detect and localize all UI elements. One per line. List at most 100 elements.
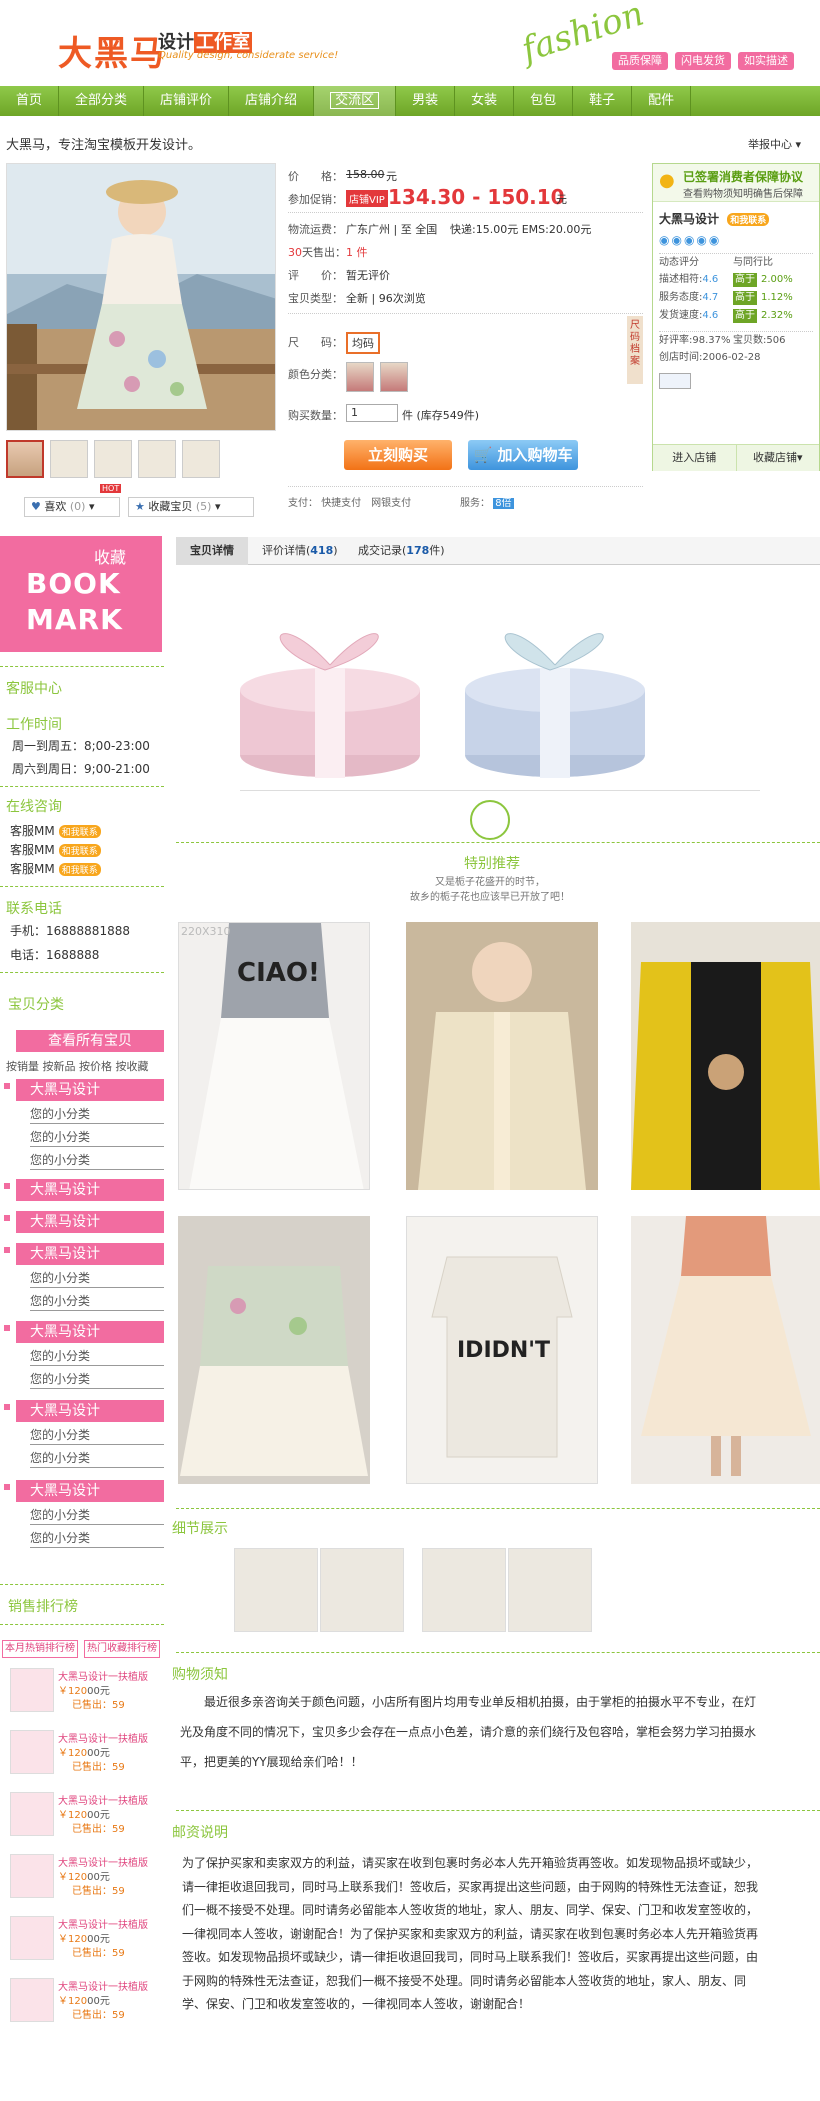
product-card[interactable]: IDIDN'T xyxy=(406,1216,598,1484)
category-main[interactable]: 大黑马设计 xyxy=(16,1480,164,1502)
detail-image[interactable] xyxy=(234,1548,318,1632)
product-card[interactable]: CIAO! 220X310 xyxy=(178,922,370,1190)
hours-weekend: 周六到周日：9;00-21:00 xyxy=(12,762,150,776)
size-chart-tab[interactable]: 尺码档案 xyxy=(627,316,643,384)
original-price: 158.00 xyxy=(346,168,385,181)
rank-item-image[interactable] xyxy=(10,1792,54,1836)
divider xyxy=(288,212,643,213)
nav-home[interactable]: 首页 xyxy=(0,86,60,116)
thumbnail[interactable] xyxy=(182,440,220,478)
rank-item-image[interactable] xyxy=(10,1668,54,1712)
category-main[interactable]: 大黑马设计 xyxy=(16,1321,164,1343)
nav-accessories[interactable]: 配件 xyxy=(632,86,692,116)
buy-now-button[interactable]: 立刻购买 xyxy=(344,440,452,470)
shop-name[interactable]: 大黑马设计 和我联系 xyxy=(659,210,813,227)
category-sub[interactable]: 您的小分类 xyxy=(30,1127,164,1147)
rank-item-image[interactable] xyxy=(10,1978,54,2022)
category-main[interactable]: 大黑马设计 xyxy=(16,1079,164,1101)
category-main[interactable]: 大黑马设计 xyxy=(16,1400,164,1422)
favorite-shop-button[interactable]: 收藏店铺▾ xyxy=(735,445,820,471)
agent-row[interactable]: 客服MM 和我联系 xyxy=(10,822,101,839)
quantity-input[interactable]: 1 xyxy=(346,404,398,422)
enter-shop-button[interactable]: 进入店铺 xyxy=(653,445,736,471)
product-photo xyxy=(406,922,598,1190)
sort-links[interactable]: 按销量 按新品 按价格 按收藏 xyxy=(6,1058,149,1074)
nav-men[interactable]: 男装 xyxy=(396,86,456,116)
quantity-label: 购买数量： xyxy=(288,409,343,422)
rank-item-image[interactable] xyxy=(10,1916,54,1960)
product-main-image[interactable] xyxy=(6,163,276,431)
thumbnail[interactable] xyxy=(50,440,88,478)
detail-image[interactable] xyxy=(508,1548,592,1632)
product-card[interactable] xyxy=(631,1216,820,1484)
size-option[interactable]: 均码 xyxy=(346,332,380,354)
star-icon: ★ xyxy=(135,500,145,513)
nav-all-categories[interactable]: 全部分类 xyxy=(59,86,145,116)
nav-reviews[interactable]: 店铺评价 xyxy=(144,86,230,116)
rank-item-title[interactable]: 大黑马设计一扶植版 xyxy=(58,1916,148,1931)
rank-item-title[interactable]: 大黑马设计一扶植版 xyxy=(58,1978,148,1993)
thumbnail[interactable] xyxy=(94,440,132,478)
tab-reviews[interactable]: 评价详情(418) xyxy=(248,537,352,565)
category-sub[interactable]: 您的小分类 xyxy=(30,1104,164,1124)
rank-item-title[interactable]: 大黑马设计一扶植版 xyxy=(58,1854,148,1869)
thumbnail[interactable] xyxy=(138,440,176,478)
rank-item-title[interactable]: 大黑马设计一扶植版 xyxy=(58,1792,148,1807)
badge-quality[interactable]: 品质保障 xyxy=(612,52,668,70)
color-swatch[interactable] xyxy=(346,362,374,392)
agent-row[interactable]: 客服MM 和我联系 xyxy=(10,860,101,877)
rank-item-image[interactable] xyxy=(10,1854,54,1898)
rank-item-sold: 已售出：59 xyxy=(72,1762,125,1773)
product-card[interactable] xyxy=(406,922,598,1190)
category-sub[interactable]: 您的小分类 xyxy=(30,1150,164,1170)
tab-item-details[interactable]: 宝贝详情 xyxy=(176,537,248,565)
view-all-items-button[interactable]: 查看所有宝贝 xyxy=(16,1030,164,1052)
rank-tab-monthly[interactable]: 本月热销排行榜 xyxy=(2,1640,78,1658)
nav-shoes[interactable]: 鞋子 xyxy=(573,86,633,116)
like-button[interactable]: ♥ 喜欢 (0) ▾ xyxy=(24,497,120,517)
rank-item-price: ￥12000元 xyxy=(58,1748,110,1759)
nav-bags[interactable]: 包包 xyxy=(514,86,574,116)
category-main[interactable]: 大黑马设计 xyxy=(16,1211,164,1233)
divider xyxy=(240,790,760,791)
nav-about[interactable]: 店铺介绍 xyxy=(229,86,315,116)
review-value[interactable]: 暂无评价 xyxy=(346,267,390,283)
detail-image[interactable] xyxy=(422,1548,506,1632)
report-center-link[interactable]: 举报中心 ▾ xyxy=(748,136,801,152)
product-card[interactable] xyxy=(178,1216,370,1484)
color-swatch[interactable] xyxy=(380,362,408,392)
badge-as-described[interactable]: 如实描述 xyxy=(738,52,794,70)
badge-fast-ship[interactable]: 闪电发货 xyxy=(675,52,731,70)
rank-item-title[interactable]: 大黑马设计一扶植版 xyxy=(58,1730,148,1745)
rank-item-sold: 已售出：59 xyxy=(72,1700,125,1711)
category-sub[interactable]: 您的小分类 xyxy=(30,1291,164,1311)
rank-item-image[interactable] xyxy=(10,1730,54,1774)
product-photo: CIAO! xyxy=(179,923,369,1189)
category-sub[interactable]: 您的小分类 xyxy=(30,1448,164,1468)
category-sub[interactable]: 您的小分类 xyxy=(30,1346,164,1366)
category-sub[interactable]: 您的小分类 xyxy=(30,1528,164,1548)
category-sub[interactable]: 您的小分类 xyxy=(30,1505,164,1525)
nav-women[interactable]: 女装 xyxy=(455,86,515,116)
nav-forum[interactable]: 交流区 xyxy=(314,86,397,116)
agent-row[interactable]: 客服MM 和我联系 xyxy=(10,841,101,858)
shipping-from[interactable]: 广东广州 | 至 全国 xyxy=(346,221,437,237)
tab-transactions[interactable]: 成交记录(178件) xyxy=(344,537,459,565)
phone-number: 电话：1688888 xyxy=(10,948,100,962)
detail-image[interactable] xyxy=(320,1548,404,1632)
product-card[interactable] xyxy=(631,922,820,1190)
category-main[interactable]: 大黑马设计 xyxy=(16,1243,164,1265)
card-actions: 进入店铺 收藏店铺▾ xyxy=(653,444,819,471)
category-sub[interactable]: 您的小分类 xyxy=(30,1425,164,1445)
rank-item-title[interactable]: 大黑马设计一扶植版 xyxy=(58,1668,148,1683)
category-sub[interactable]: 您的小分类 xyxy=(30,1268,164,1288)
shop-slogan: 大黑马，专注淘宝模板开发设计。 xyxy=(6,138,202,153)
category-main[interactable]: 大黑马设计 xyxy=(16,1179,164,1201)
category-sub[interactable]: 您的小分类 xyxy=(30,1369,164,1389)
rank-item-sold: 已售出：59 xyxy=(72,1948,125,1959)
shop-logo[interactable]: 大黑马 xyxy=(58,26,166,75)
favorite-item-button[interactable]: ★ 收藏宝贝 (5) ▾ xyxy=(128,497,254,517)
thumbnail[interactable] xyxy=(6,440,44,478)
add-to-cart-button[interactable]: 🛒 加入购物车 xyxy=(468,440,578,470)
rank-tab-favorites[interactable]: 热门收藏排行榜 xyxy=(84,1640,160,1658)
